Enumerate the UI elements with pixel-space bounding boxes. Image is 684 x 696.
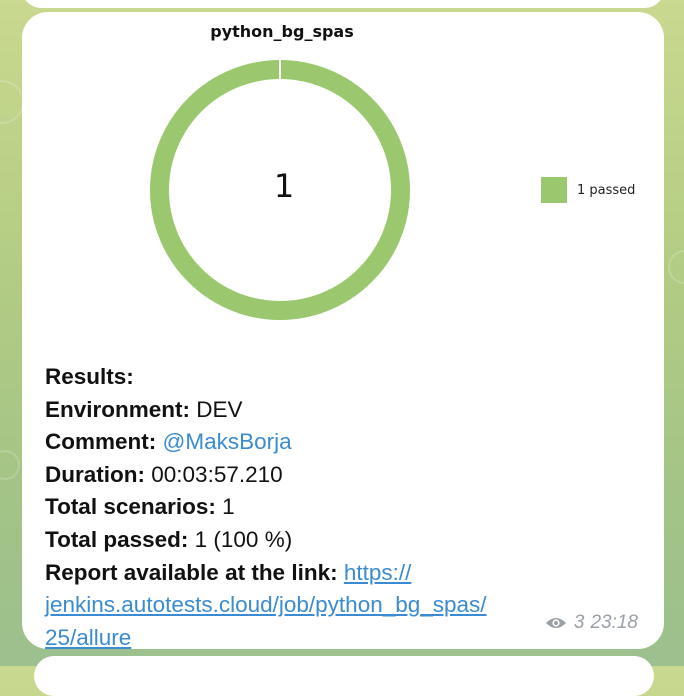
wallpaper-doodle [668, 250, 684, 284]
next-message-bubble [34, 656, 654, 696]
previous-message-bubble [22, 0, 664, 8]
wallpaper-doodle [0, 450, 20, 480]
environment-label: Environment: [45, 396, 191, 422]
scenarios-value: 1 [222, 494, 235, 520]
comment-line: Comment: @MaksBorja [45, 426, 645, 459]
donut-chart [150, 59, 410, 320]
passed-value: 1 (100 %) [194, 526, 293, 552]
comment-mention-link[interactable]: @MaksBorja [163, 429, 292, 454]
message-bubble[interactable]: python_bg_spas 1 1 passed Results: Envir… [22, 12, 664, 650]
results-heading: Results: [45, 364, 134, 389]
chart-title: python_bg_spas [210, 22, 354, 41]
comment-label: Comment: [45, 429, 157, 455]
passed-line: Total passed: 1 (100 %) [45, 524, 645, 557]
legend-label: 1 passed [577, 182, 636, 198]
message-time: 23:18 [590, 612, 638, 633]
eye-icon [545, 618, 566, 628]
view-count: 3 [573, 612, 585, 633]
environment-line: Environment: DEV [45, 394, 645, 427]
duration-value: 00:03:57.210 [151, 461, 283, 487]
report-label: Report available at the link: [45, 559, 338, 585]
results-text: Results: Environment: DEV Comment: @Maks… [45, 361, 645, 654]
scenarios-line: Total scenarios: 1 [45, 491, 645, 524]
chart-legend: 1 passed [541, 177, 635, 203]
chart-image[interactable]: python_bg_spas 1 1 passed [22, 12, 664, 332]
environment-value: DEV [196, 396, 243, 422]
wallpaper-doodle [0, 80, 24, 124]
report-link-part-1[interactable]: https:// [344, 560, 412, 585]
report-line: Report available at the link: https:// [45, 557, 645, 590]
report-link-part-2[interactable]: jenkins.autotests.cloud/job/python_bg_sp… [45, 592, 487, 617]
message-meta: 3 23:18 [545, 612, 638, 634]
legend-swatch [541, 177, 567, 203]
duration-label: Duration: [45, 461, 145, 487]
report-link-part-3[interactable]: 25/allure [45, 625, 131, 650]
donut-center-value: 1 [273, 167, 295, 205]
passed-label: Total passed: [45, 526, 189, 552]
scenarios-label: Total scenarios: [45, 494, 216, 520]
duration-line: Duration: 00:03:57.210 [45, 459, 645, 492]
